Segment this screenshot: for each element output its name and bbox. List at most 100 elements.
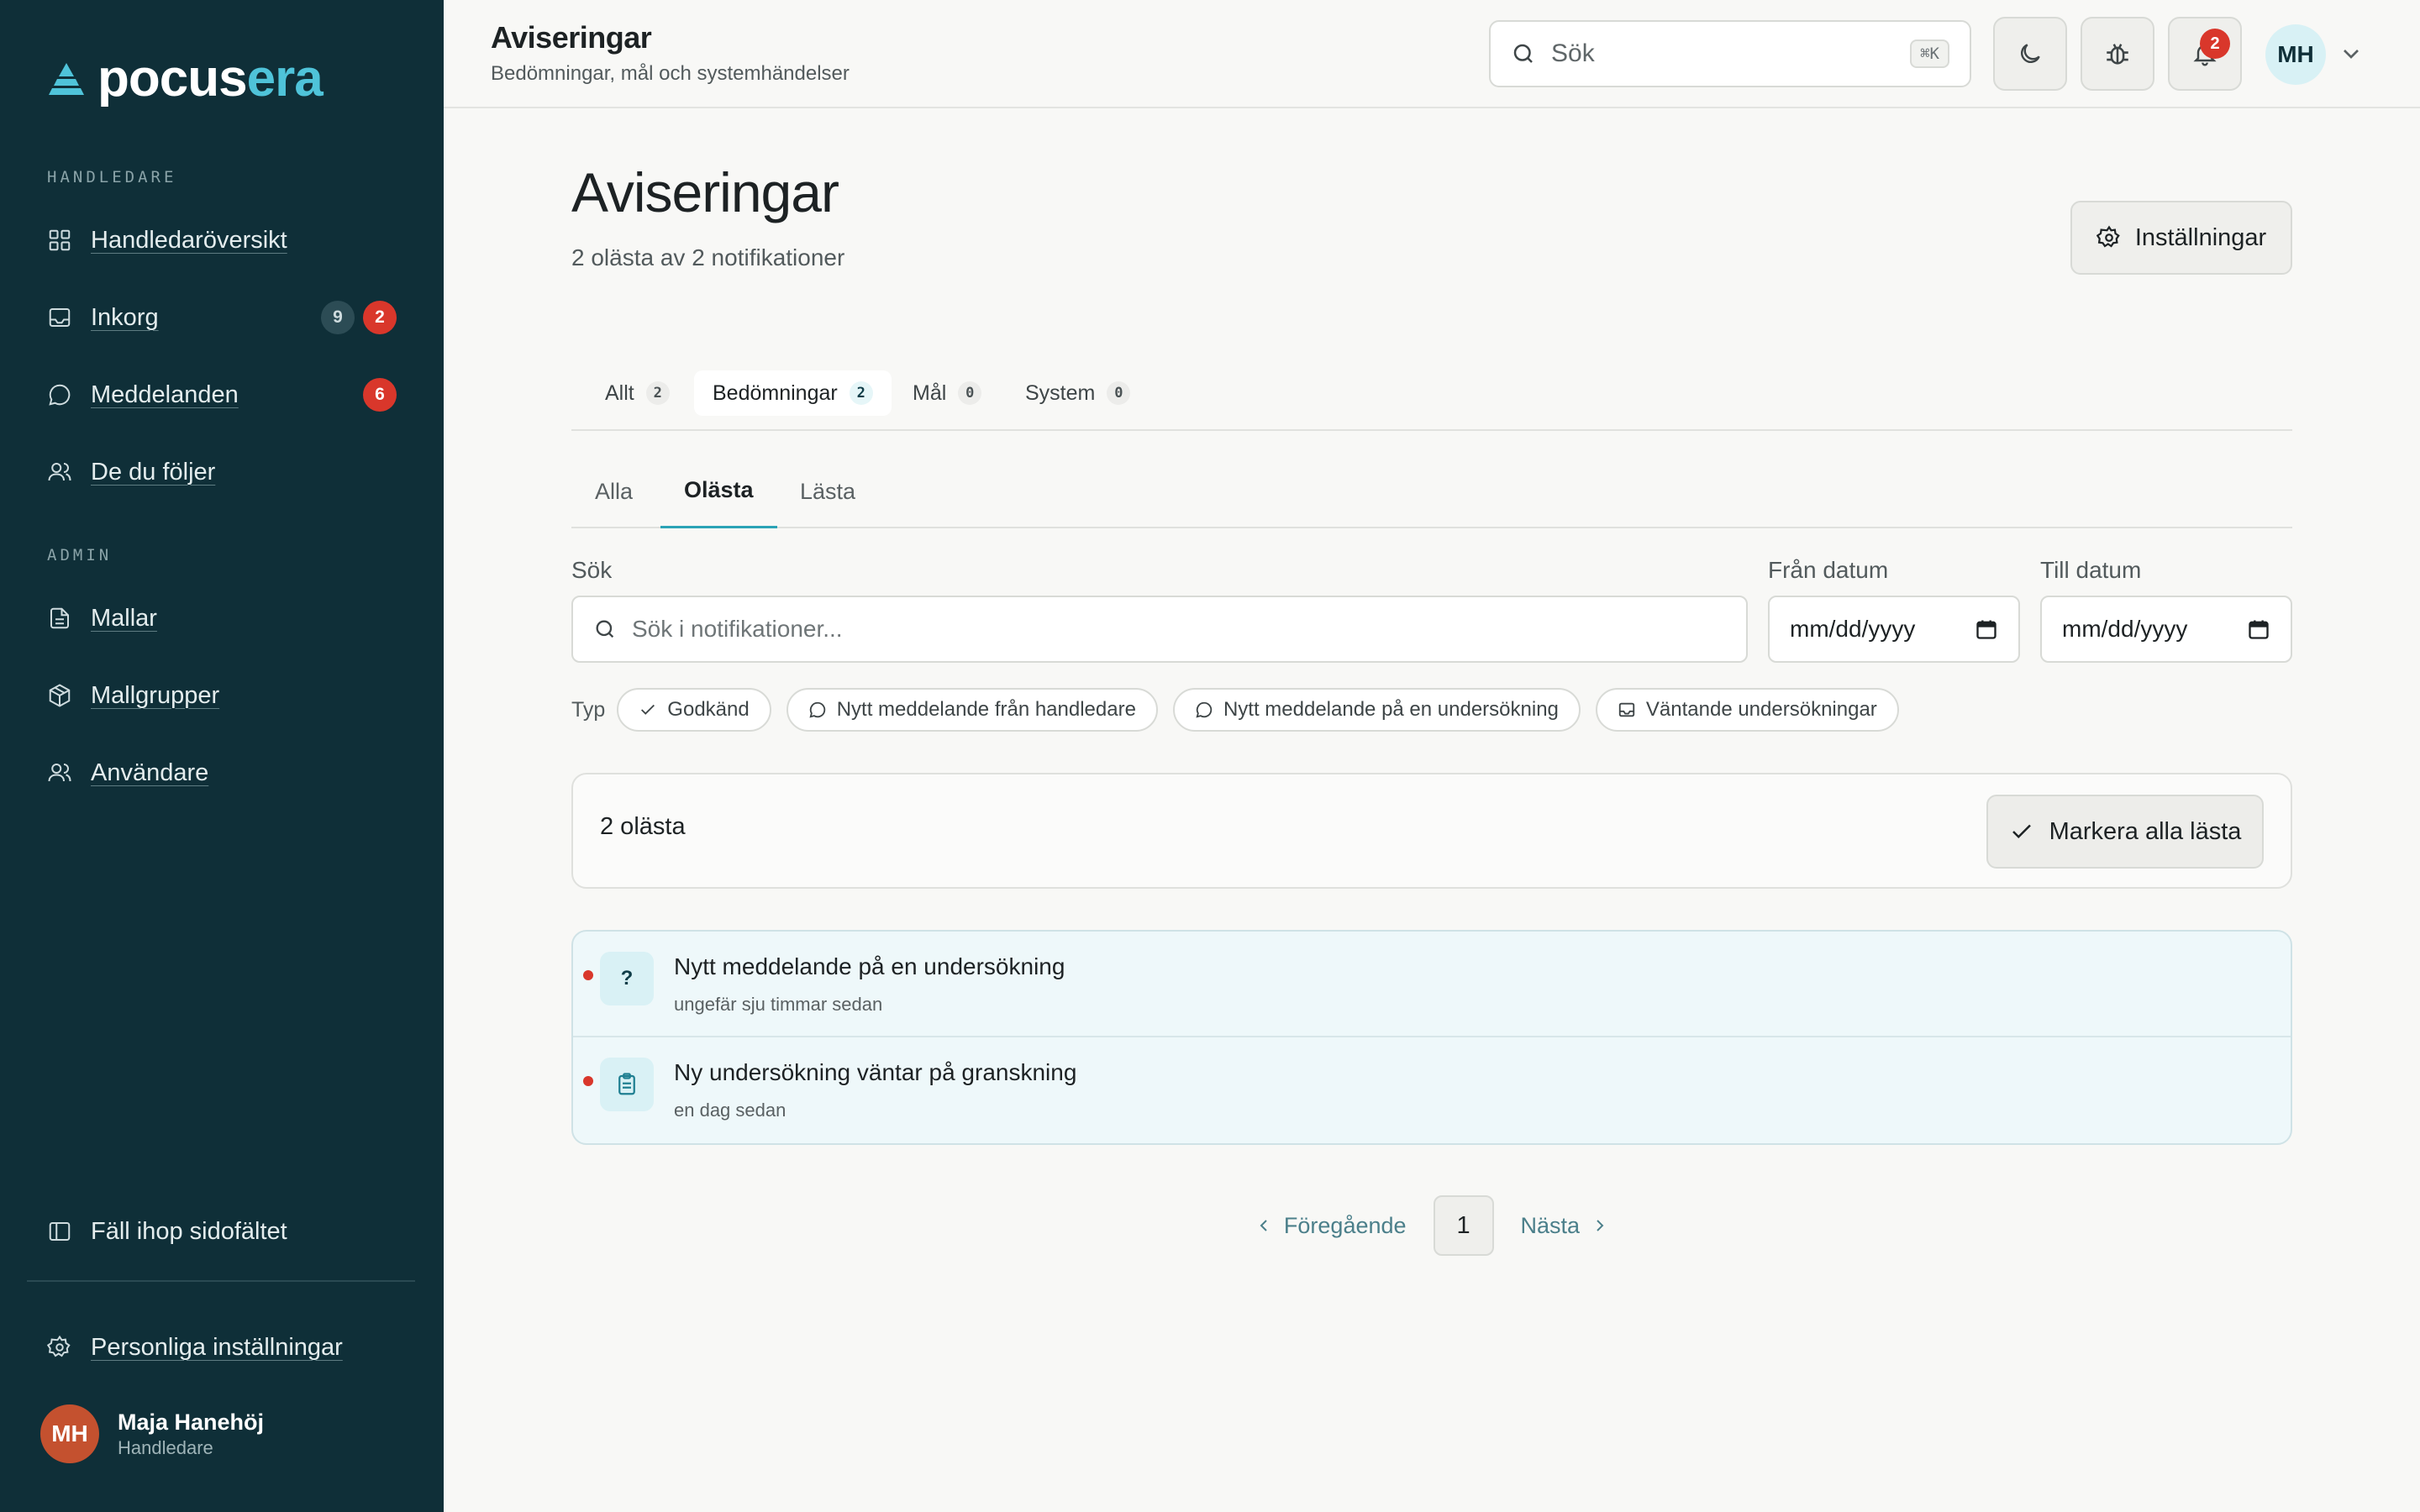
package-icon — [49, 684, 71, 707]
gear-icon — [47, 1335, 71, 1357]
users-icon — [48, 764, 71, 782]
user-role: Handledare — [118, 1436, 213, 1458]
question-icon: ? — [600, 952, 654, 1005]
tab-read-all[interactable]: Alla — [571, 454, 656, 528]
previous-page-button[interactable]: Föregående — [1254, 1213, 1407, 1239]
next-page-button[interactable]: Nästa — [1521, 1213, 1611, 1239]
notification-time: ungefär sju timmar sedan — [674, 994, 883, 1015]
to-date-value: mm/dd/yyyy — [2062, 616, 2188, 642]
sidebar-item-label: Handledaröversikt — [91, 226, 287, 254]
previous-label: Föregående — [1283, 1212, 1407, 1238]
notification-item[interactable]: ? Nytt meddelande på en undersökning ung… — [573, 932, 2291, 1037]
tab-label: Bedömningar — [713, 381, 838, 405]
tab-count: 2 — [849, 381, 873, 405]
search-label: Sök — [571, 557, 613, 583]
notification-search-input[interactable]: Sök i notifikationer... — [571, 596, 1748, 663]
chip-label: Godkänd — [667, 698, 750, 721]
logo[interactable]: pocusera — [47, 49, 324, 108]
inbox-icon — [49, 308, 71, 327]
unread-summary: 2 olästa Markera alla lästa — [571, 773, 2292, 889]
collapse-sidebar-label: Fäll ihop sidofältet — [91, 1217, 287, 1245]
unread-dot — [583, 970, 593, 980]
type-filter-row: Typ Godkänd Nytt meddelande från handled… — [571, 688, 1899, 732]
next-label: Nästa — [1520, 1212, 1581, 1238]
notifications-button[interactable]: 2 — [2168, 17, 2242, 91]
document-icon — [50, 607, 69, 629]
section-label-supervisor: HANDLEDARE — [47, 168, 177, 186]
inbox-unread-badge: 2 — [363, 301, 397, 334]
chip-label: Nytt meddelande på en undersökning — [1223, 698, 1559, 721]
sidebar-item-messages[interactable]: Meddelanden 6 — [47, 370, 397, 420]
check-icon — [641, 704, 655, 715]
category-tabs: Allt 2 Bedömningar 2 Mål 0 System 0 — [571, 370, 2292, 431]
sidebar-item-personal-settings[interactable]: Personliga inställningar — [47, 1322, 397, 1373]
calendar-icon[interactable] — [2247, 617, 2270, 641]
sidebar-item-label: De du följer — [91, 458, 216, 486]
tab-unread[interactable]: Olästa — [660, 454, 777, 528]
chevron-down-icon[interactable] — [2338, 40, 2365, 67]
notification-item[interactable]: Ny undersökning väntar på granskning en … — [573, 1037, 2291, 1143]
sidebar-item-label: Mallgrupper — [91, 681, 220, 709]
inbox-count-badge: 9 — [321, 301, 355, 334]
shortcut-hint: ⌘K — [1910, 39, 1949, 68]
chat-icon — [49, 384, 71, 406]
type-chip-approved[interactable]: Godkänd — [617, 688, 771, 732]
unread-dot — [583, 1076, 593, 1086]
bug-icon — [2107, 44, 2128, 65]
sidebar-item-label: Användare — [91, 759, 209, 786]
tab-goals[interactable]: Mål 0 — [894, 370, 1000, 416]
search-icon — [596, 620, 614, 638]
logo-icon — [49, 62, 84, 95]
mark-all-read-button[interactable]: Markera alla lästa — [1986, 795, 2264, 869]
type-chip-pending-exams[interactable]: Väntande undersökningar — [1595, 688, 1899, 732]
from-date-label: Från datum — [1768, 557, 1889, 583]
sidebar-item-template-groups[interactable]: Mallgrupper — [47, 670, 397, 721]
type-chip-supervisor-message[interactable]: Nytt meddelande från handledare — [786, 688, 1158, 732]
sidebar-item-inbox[interactable]: Inkorg 9 2 — [47, 292, 397, 343]
type-chip-exam-message[interactable]: Nytt meddelande på en undersökning — [1172, 688, 1581, 732]
tab-system[interactable]: System 0 — [1007, 370, 1149, 416]
inbox-icon — [1618, 702, 1635, 717]
tab-read[interactable]: Lästa — [776, 454, 879, 528]
settings-label: Inställningar — [2134, 223, 2267, 251]
chevron-left-icon — [1260, 1220, 1267, 1231]
page-subtitle: 2 olästa av 2 notifikationer — [571, 244, 845, 270]
sidebar-item-templates[interactable]: Mallar — [47, 593, 397, 643]
notification-time: en dag sedan — [674, 1100, 786, 1121]
to-date-field[interactable]: mm/dd/yyyy — [2040, 596, 2292, 663]
unread-count: 2 olästa — [600, 813, 686, 840]
user-profile[interactable]: MH Maja Hanehöj Handledare — [40, 1404, 264, 1463]
from-date-field[interactable]: mm/dd/yyyy — [1768, 596, 2020, 663]
theme-toggle-button[interactable] — [1993, 17, 2067, 91]
messages-unread-badge: 6 — [363, 378, 397, 412]
settings-button[interactable]: Inställningar — [2070, 201, 2292, 275]
sidebar-divider — [27, 1280, 415, 1282]
current-page[interactable]: 1 — [1433, 1195, 1494, 1256]
tab-label: Mål — [913, 381, 947, 405]
tab-label: Allt — [605, 381, 634, 405]
mark-all-read-label: Markera alla lästa — [2049, 817, 2242, 845]
global-search-input[interactable]: Sök ⌘K — [1489, 20, 1971, 87]
sidebar: pocusera HANDLEDARE Handledaröversikt In… — [0, 0, 444, 1512]
sidebar-item-users[interactable]: Användare — [47, 748, 397, 798]
sidebar-item-overview[interactable]: Handledaröversikt — [47, 215, 397, 265]
sidebar-item-label: Meddelanden — [91, 381, 239, 408]
tab-all[interactable]: Allt 2 — [587, 370, 688, 416]
chat-icon — [809, 701, 825, 718]
calendar-icon[interactable] — [1975, 617, 1998, 641]
users-icon — [48, 463, 71, 481]
avatar[interactable]: MH — [2265, 24, 2326, 85]
collapse-sidebar-button[interactable]: Fäll ihop sidofältet — [47, 1206, 397, 1257]
sidebar-item-following[interactable]: De du följer — [47, 447, 397, 497]
section-label-admin: ADMIN — [47, 546, 113, 564]
grid-icon — [49, 229, 71, 251]
clipboard-icon — [600, 1058, 654, 1111]
debug-button[interactable] — [2081, 17, 2154, 91]
tab-assessments[interactable]: Bedömningar 2 — [694, 370, 892, 416]
sidebar-panel-icon — [49, 1222, 71, 1241]
tab-label: System — [1025, 381, 1096, 405]
gear-icon — [2096, 225, 2120, 248]
avatar: MH — [40, 1404, 99, 1463]
notification-title: Nytt meddelande på en undersökning — [674, 953, 1065, 979]
search-placeholder: Sök — [1551, 39, 1595, 67]
